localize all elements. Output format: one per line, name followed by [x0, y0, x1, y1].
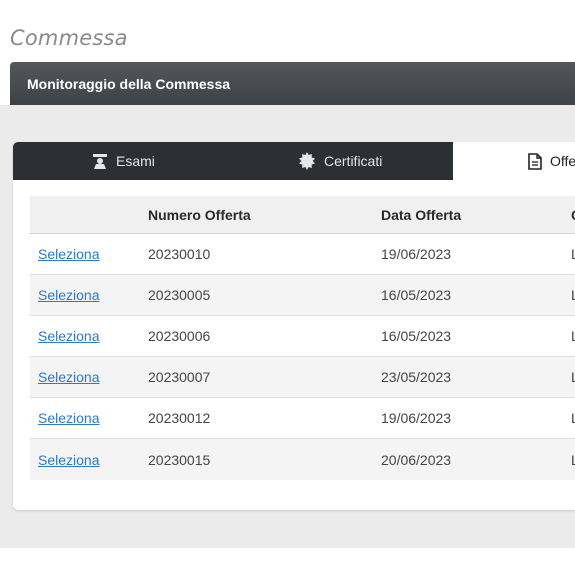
- select-link[interactable]: Seleziona: [38, 369, 100, 385]
- tab-certificati[interactable]: Certificati: [298, 142, 382, 180]
- certificate-seal-icon: [298, 152, 316, 170]
- select-link[interactable]: Seleziona: [38, 328, 100, 344]
- truncated-cell: L: [571, 451, 575, 468]
- truncated-cell: L: [571, 246, 575, 262]
- truncated-cell: L: [571, 328, 575, 344]
- table-row: Seleziona 20230012 19/06/2023 L: [30, 398, 575, 439]
- table-header-row: Numero Offerta Data Offerta C: [30, 196, 575, 234]
- offers-table: Numero Offerta Data Offerta C Seleziona …: [30, 196, 575, 480]
- table-row: Seleziona 20230015 20/06/2023 L: [30, 439, 575, 480]
- numero-offerta-cell: 20230010: [148, 246, 211, 262]
- select-link[interactable]: Seleziona: [38, 410, 100, 426]
- table-row: Seleziona 20230007 23/05/2023 L: [30, 357, 575, 398]
- data-offerta-cell: 23/05/2023: [381, 369, 452, 385]
- data-offerta-cell: 16/05/2023: [381, 287, 452, 303]
- document-icon: [528, 152, 542, 170]
- tab-certificati-label: Certificati: [324, 153, 383, 169]
- data-offerta-cell: 20/06/2023: [381, 451, 452, 468]
- tab-bar: [13, 142, 453, 180]
- data-offerta-cell: 19/06/2023: [381, 246, 452, 262]
- select-link[interactable]: Seleziona: [38, 287, 100, 303]
- tab-offerte[interactable]: Offe: [528, 142, 575, 180]
- column-header-data-offerta[interactable]: Data Offerta: [381, 196, 461, 233]
- column-header-truncated[interactable]: C: [571, 196, 575, 233]
- numero-offerta-cell: 20230015: [148, 451, 211, 468]
- page-title: Commessa: [10, 26, 128, 50]
- truncated-cell: L: [571, 287, 575, 303]
- table-row: Seleziona 20230006 16/05/2023 L: [30, 316, 575, 357]
- numero-offerta-cell: 20230012: [148, 410, 211, 426]
- data-offerta-cell: 16/05/2023: [381, 328, 452, 344]
- tab-esami[interactable]: Esami: [92, 142, 155, 180]
- numero-offerta-cell: 20230006: [148, 328, 211, 344]
- table-row: Seleziona 20230010 19/06/2023 L: [30, 234, 575, 275]
- panel-header: Monitoraggio della Commessa: [10, 62, 575, 105]
- column-header-numero-offerta[interactable]: Numero Offerta: [148, 196, 251, 233]
- truncated-cell: L: [571, 369, 575, 385]
- tab-offerte-label: Offe: [550, 153, 575, 169]
- panel-title: Monitoraggio della Commessa: [27, 75, 231, 92]
- graduate-icon: [92, 153, 108, 169]
- table-row: Seleziona 20230005 16/05/2023 L: [30, 275, 575, 316]
- tab-esami-label: Esami: [116, 153, 155, 169]
- select-link[interactable]: Seleziona: [38, 246, 100, 262]
- truncated-cell: L: [571, 410, 575, 426]
- select-link[interactable]: Seleziona: [38, 452, 100, 468]
- numero-offerta-cell: 20230007: [148, 369, 211, 385]
- data-offerta-cell: 19/06/2023: [381, 410, 452, 426]
- numero-offerta-cell: 20230005: [148, 287, 211, 303]
